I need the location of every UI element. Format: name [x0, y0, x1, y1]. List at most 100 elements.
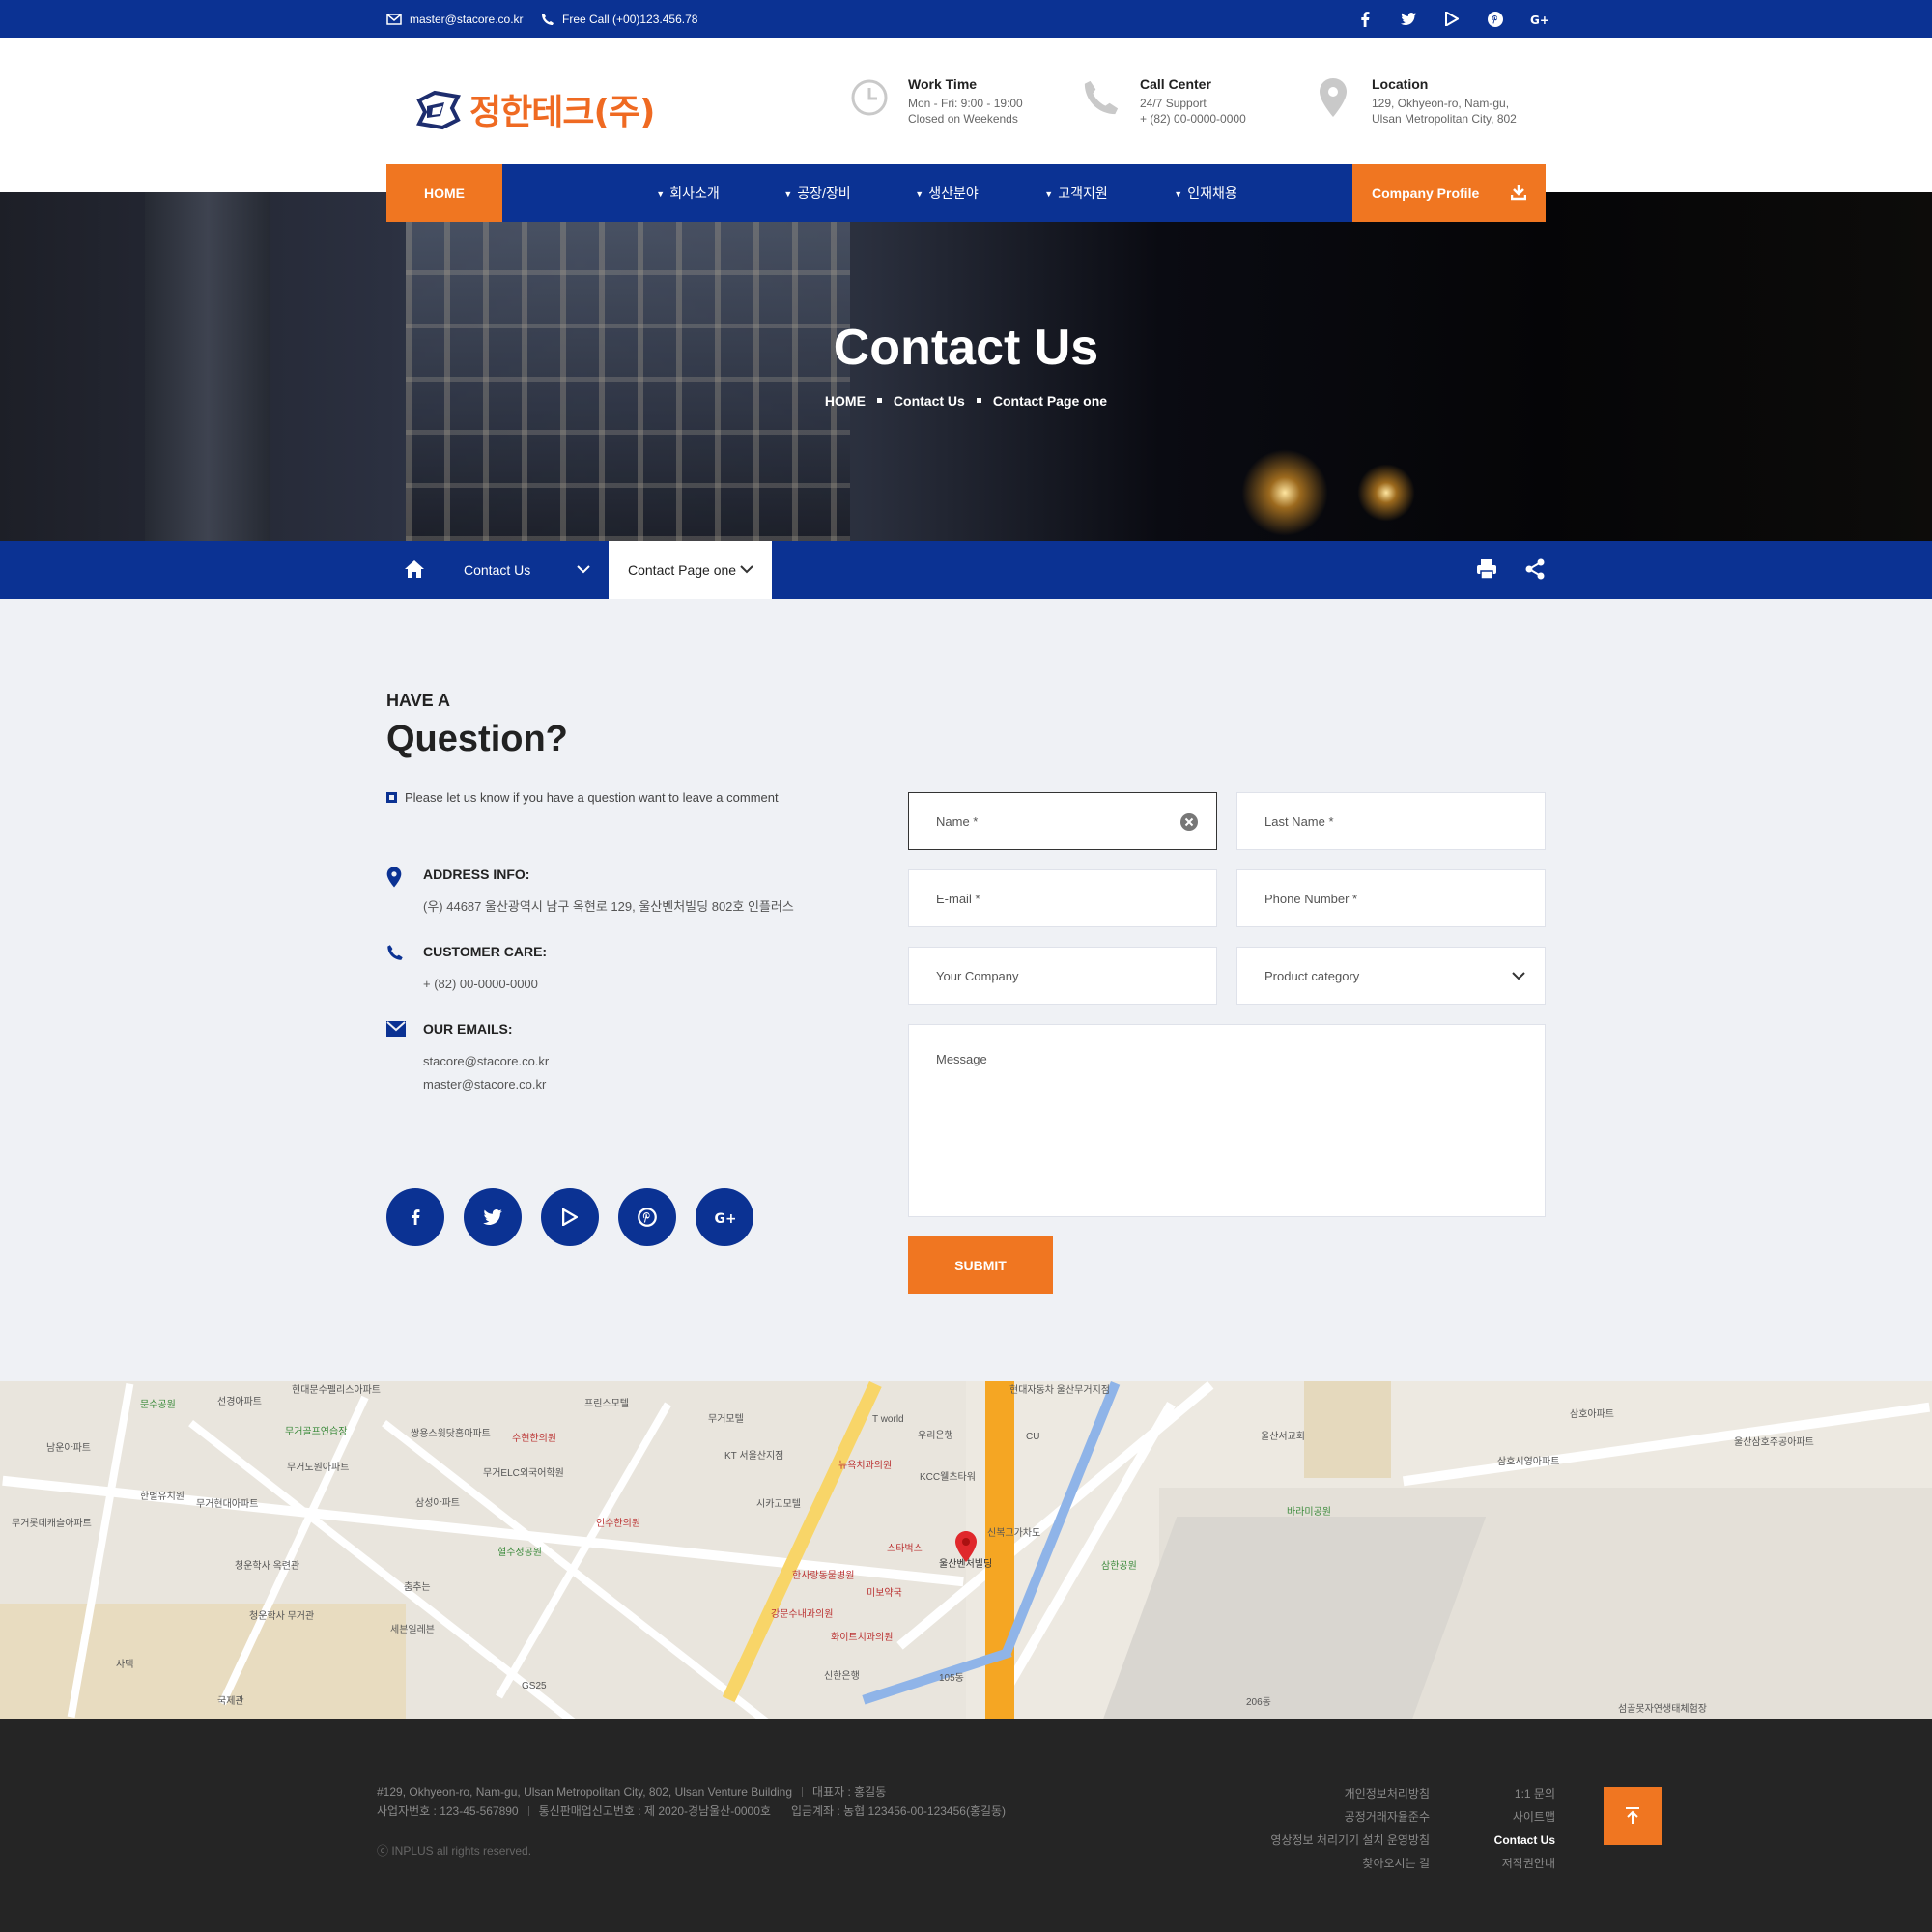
address-title: ADDRESS INFO: [423, 867, 530, 882]
map-label: 쌍용스윗닷홈아파트 [411, 1429, 491, 1439]
map-label: 사택 [116, 1660, 134, 1670]
nav-item-recruit[interactable]: 인재채용 [1141, 184, 1270, 203]
nav-item-company[interactable]: 회사소개 [623, 184, 753, 203]
work-time-info: Work Time Mon - Fri: 9:00 - 19:00 Closed… [848, 76, 1023, 127]
sub-nav: Contact Us Contact Page one [0, 541, 1932, 599]
footer-link-fair-trade[interactable]: 공정거래자율준수 [1270, 1805, 1430, 1829]
map-label: 삼호아파트 [1570, 1409, 1614, 1420]
map-label: 인수한의원 [596, 1519, 640, 1529]
google-plus-icon[interactable]: G+ [1530, 11, 1548, 28]
section-dropdown[interactable]: Contact Us [464, 541, 590, 599]
svg-text:G+: G+ [715, 1211, 736, 1224]
map-label: 뉴욕치과의원 [838, 1461, 893, 1471]
map-label: CU [1026, 1432, 1040, 1442]
location-pin-icon [386, 867, 402, 888]
footer-link-contact[interactable]: Contact Us [1494, 1829, 1555, 1852]
share-icon[interactable] [1524, 558, 1546, 580]
top-email[interactable]: master@stacore.co.kr [386, 0, 524, 38]
question-note: Please let us know if you have a questio… [386, 790, 779, 805]
logo-mark-icon [416, 90, 461, 130]
chevron-down-icon [740, 565, 753, 574]
map-sand-area [0, 1604, 406, 1719]
pinterest-icon[interactable] [1487, 11, 1504, 28]
footer-link-privacy[interactable]: 개인정보처리방침 [1270, 1782, 1430, 1805]
twitter-icon[interactable] [1400, 11, 1417, 28]
footer-link-cctv[interactable]: 영상정보 처리기기 설치 운영방침 [1270, 1829, 1430, 1852]
footer-company-info: #129, Okhyeon-ro, Nam-gu, Ulsan Metropol… [377, 1782, 1006, 1821]
footer-links-site: 1:1 문의 사이트맵 Contact Us 저작권안내 [1494, 1782, 1555, 1875]
call-center-info: Call Center 24/7 Support + (82) 00-0000-… [1080, 76, 1246, 127]
map-label: GS25 [522, 1681, 547, 1691]
location-map[interactable]: 문수공원 선경아파트 현대문수펠리스아파트 남운아파트 무거골프연습장 쌍용스윗… [0, 1381, 1932, 1719]
location-pin-icon [1312, 76, 1354, 119]
last-name-field[interactable]: Last Name * [1236, 792, 1546, 850]
map-marker-icon[interactable] [954, 1530, 978, 1563]
call-center-line2: + (82) 00-0000-0000 [1140, 112, 1246, 126]
email-line-2[interactable]: master@stacore.co.kr [423, 1073, 549, 1096]
footer-link-directions[interactable]: 찾아오시는 길 [1270, 1852, 1430, 1875]
last-name-placeholder: Last Name * [1264, 813, 1334, 829]
message-placeholder: Message [936, 1052, 987, 1066]
facebook-icon[interactable] [1356, 11, 1374, 28]
footer-link-copyright[interactable]: 저작권안내 [1494, 1852, 1555, 1875]
map-label: 화이트치과의원 [831, 1633, 894, 1643]
footer-link-inquiry[interactable]: 1:1 문의 [1494, 1782, 1555, 1805]
map-label: 섬골못자연생태체험장 [1618, 1704, 1707, 1715]
product-category-select[interactable]: Product category [1236, 947, 1546, 1005]
back-to-top-button[interactable] [1604, 1787, 1662, 1845]
google-plus-icon[interactable]: G+ [696, 1188, 753, 1246]
nav-item-support[interactable]: 고객지원 [1011, 184, 1141, 203]
hero-bg-light-2 [1357, 464, 1415, 522]
chevron-down-icon [577, 565, 590, 574]
clear-icon[interactable] [1179, 812, 1199, 832]
top-phone[interactable]: Free Call (+00)123.456.78 [541, 0, 697, 38]
breadcrumb-current: Contact Page one [992, 393, 1108, 409]
footer-links-policy: 개인정보처리방침 공정거래자율준수 영상정보 처리기기 설치 운영방침 찾아오시… [1270, 1782, 1430, 1875]
breadcrumb-section[interactable]: Contact Us [894, 393, 965, 409]
facebook-icon[interactable] [386, 1188, 444, 1246]
mail-icon [386, 13, 402, 25]
svg-text:G+: G+ [1530, 14, 1548, 25]
page-title: Contact Us [833, 320, 1099, 376]
map-label: 프린스모텔 [584, 1399, 629, 1409]
email-field[interactable]: E-mail * [908, 869, 1217, 927]
message-field[interactable]: Message [908, 1024, 1546, 1217]
submit-button[interactable]: SUBMIT [908, 1236, 1053, 1294]
google-play-icon[interactable] [541, 1188, 599, 1246]
footer-account: 입금계좌 : 농협 123456-00-123456(홍길동) [790, 1804, 1007, 1818]
breadcrumb-home[interactable]: HOME [825, 393, 866, 409]
page-dropdown[interactable]: Contact Page one [609, 541, 772, 599]
map-label: 강문수내과의원 [771, 1609, 834, 1620]
map-label: 세븐일레븐 [390, 1625, 435, 1635]
map-label: 남운아파트 [46, 1443, 91, 1454]
name-field[interactable]: Name * [908, 792, 1217, 850]
map-label: T world [872, 1414, 904, 1425]
nav-home[interactable]: HOME [386, 164, 502, 222]
company-profile-button[interactable]: Company Profile [1352, 164, 1546, 222]
footer: #129, Okhyeon-ro, Nam-gu, Ulsan Metropol… [0, 1719, 1932, 1932]
top-phone-text: Free Call (+00)123.456.78 [562, 12, 698, 26]
pinterest-icon[interactable] [618, 1188, 676, 1246]
map-label: 울산서교회 [1261, 1432, 1305, 1442]
map-label: 우리은행 [918, 1431, 953, 1441]
map-label: 스타벅스 [887, 1544, 923, 1554]
question-kicker: HAVE A [386, 691, 451, 710]
map-label: 신복고가차도 [987, 1528, 1041, 1539]
location-info: Location 129, Okhyeon-ro, Nam-gu, Ulsan … [1312, 76, 1517, 127]
map-label: 청운학사 옥련관 [235, 1561, 300, 1572]
twitter-icon[interactable] [464, 1188, 522, 1246]
phone-field[interactable]: Phone Number * [1236, 869, 1546, 927]
google-play-icon[interactable] [1443, 11, 1461, 28]
nav-item-production[interactable]: 생산분야 [882, 184, 1011, 203]
phone-placeholder: Phone Number * [1264, 891, 1358, 906]
footer-link-sitemap[interactable]: 사이트맵 [1494, 1805, 1555, 1829]
nav-item-factory[interactable]: 공장/장비 [753, 184, 882, 203]
map-label: 신한은행 [824, 1671, 860, 1682]
call-center-line1: 24/7 Support [1140, 97, 1207, 110]
email-line-1[interactable]: stacore@stacore.co.kr [423, 1050, 549, 1073]
logo[interactable]: 정한테크(주) [413, 84, 656, 134]
company-field[interactable]: Your Company [908, 947, 1217, 1005]
map-label: 무거도원아파트 [287, 1463, 350, 1473]
print-icon[interactable] [1476, 558, 1497, 580]
home-icon[interactable] [404, 558, 425, 580]
